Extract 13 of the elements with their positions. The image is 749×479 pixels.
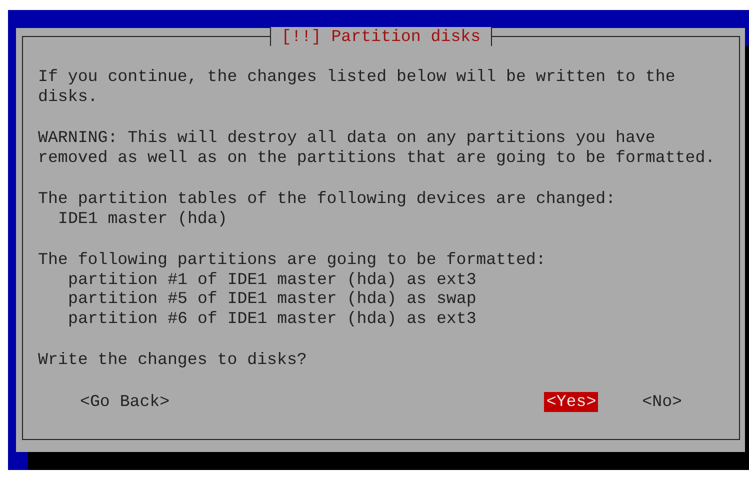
section-heading: The partition tables of the following devices are changed: — [38, 189, 617, 208]
dialog-button[interactable]: <No> — [640, 392, 684, 412]
go-back-button[interactable]: <Go Back> — [78, 392, 172, 412]
dialog-title: [!!] Partition disks — [270, 26, 492, 46]
list-item: partition #1 of IDE1 master (hda) as ext3 — [67, 270, 478, 289]
intro-text: If you continue, the changes listed below will be written to the disks. — [38, 67, 676, 106]
question-text: Write the changes to disks? — [38, 350, 308, 370]
section-heading: The following partitions are going to be formatted: — [38, 250, 547, 270]
list-item: partition #6 of IDE1 master (hda) as ext3 — [67, 308, 478, 328]
warning-text: WARNING: This will destroy all data on any partitions you have removed as well as on the partitions that are going to be formatted. — [38, 128, 716, 167]
list-item: IDE1 master (hda) — [57, 208, 228, 228]
dialog-button[interactable]: <Yes> — [544, 392, 598, 412]
list-item: partition #5 of IDE1 master (hda) as swap — [67, 289, 478, 308]
